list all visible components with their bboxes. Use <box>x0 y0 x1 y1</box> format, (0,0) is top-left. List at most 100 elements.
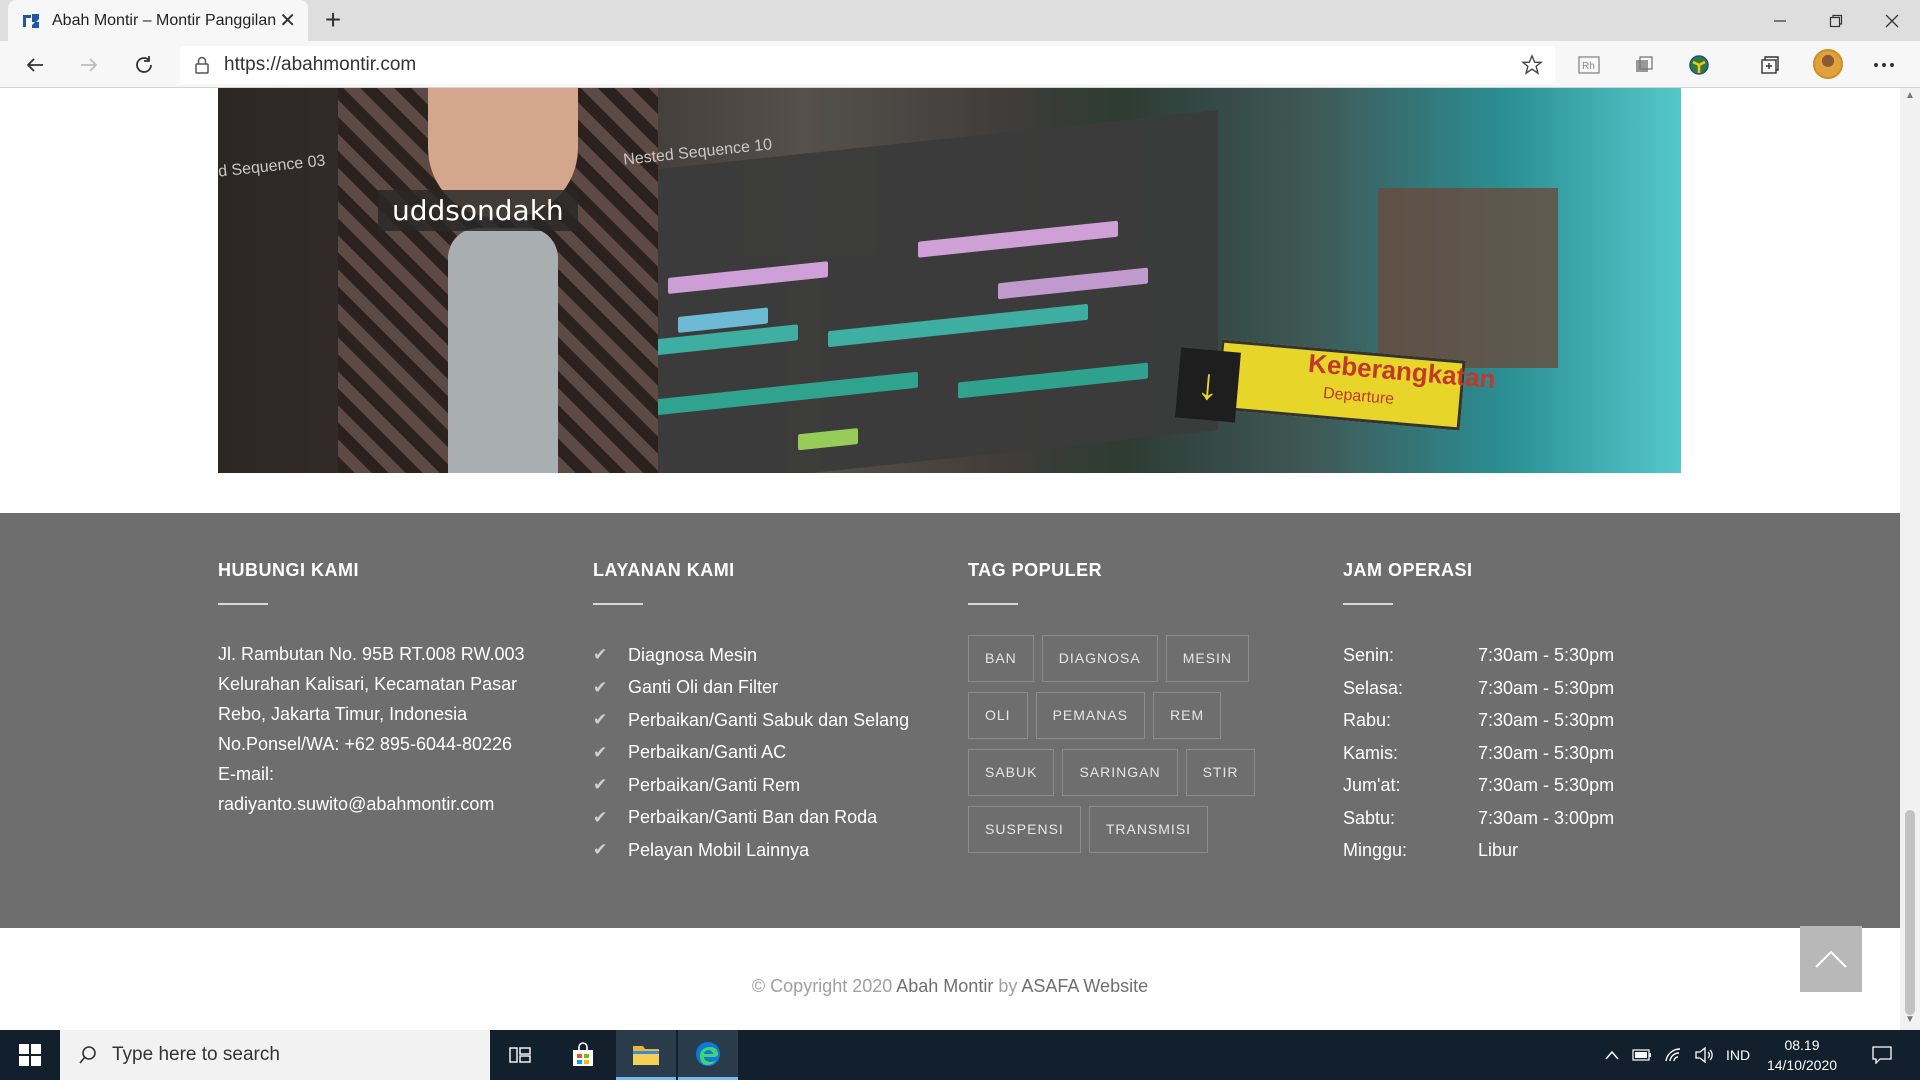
hero-sequence-label: d Sequence 03 <box>218 152 327 181</box>
service-label: Pelayan Mobil Lainnya <box>628 839 810 860</box>
start-button[interactable] <box>0 1030 60 1080</box>
hours-time: 7:30am - 5:30pm <box>1478 742 1615 763</box>
service-label: Perbaikan/Ganti Sabuk dan Selang <box>628 709 910 730</box>
page-viewport: uddsondakh d Sequence 03 Nested Sequence… <box>0 88 1900 1030</box>
check-icon: ✔ <box>593 645 608 665</box>
wifi-icon[interactable] <box>1660 1030 1688 1080</box>
new-tab-button[interactable]: + <box>316 3 350 37</box>
service-item[interactable]: ✔ Pelayan Mobil Lainnya <box>593 834 933 867</box>
task-view-icon[interactable] <box>490 1030 550 1080</box>
hours-time: 7:30am - 5:30pm <box>1478 710 1615 730</box>
minimize-icon[interactable] <box>1752 0 1808 41</box>
collections-icon[interactable] <box>1756 51 1784 79</box>
service-label: Ganti Oli dan Filter <box>628 677 779 698</box>
tag-transmisi[interactable]: TRANSMISI <box>1088 806 1209 853</box>
battery-icon[interactable] <box>1628 1030 1656 1080</box>
service-item[interactable]: ✔ Perbaikan/Ganti Rem <box>593 769 933 802</box>
lock-icon[interactable] <box>180 56 224 74</box>
site-favicon-icon <box>20 10 42 32</box>
check-icon: ✔ <box>593 807 608 827</box>
hero-name-card: uddsondakh <box>378 190 578 231</box>
search-placeholder: Type here to search <box>112 1044 280 1065</box>
taskbar-search-box[interactable]: Type here to search <box>60 1030 490 1080</box>
service-item[interactable]: ✔ Perbaikan/Ganti Ban dan Roda <box>593 802 933 835</box>
hours-day: Kamis: <box>1343 742 1399 763</box>
service-item[interactable]: ✔ Perbaikan/Ganti Sabuk dan Selang <box>593 704 933 737</box>
service-item[interactable]: ✔ Ganti Oli dan Filter <box>593 672 933 705</box>
hero-shirt-graphic <box>448 228 558 473</box>
taskbar-clock[interactable]: 08.19 14/10/2020 <box>1752 1035 1852 1075</box>
heading-divider <box>968 603 1018 605</box>
tag-oli[interactable]: OLI <box>968 692 1028 739</box>
hours-day: Jum'at: <box>1343 775 1401 795</box>
back-icon[interactable] <box>17 47 53 83</box>
heading-divider <box>593 603 643 605</box>
close-window-icon[interactable] <box>1864 0 1920 41</box>
restore-icon[interactable] <box>1808 0 1864 41</box>
site-footer: HUBUNGI KAMI Jl. Rambutan No. 95B RT.008… <box>0 513 1900 928</box>
contact-heading: HUBUNGI KAMI <box>218 560 359 580</box>
service-label: Perbaikan/Ganti Ban dan Roda <box>628 807 878 828</box>
hero-image: uddsondakh d Sequence 03 Nested Sequence… <box>218 88 1681 473</box>
tag-saringan[interactable]: SARINGAN <box>1062 749 1178 796</box>
extension-globe-icon[interactable] <box>1685 51 1713 79</box>
browser-tab[interactable]: Abah Montir – Montir Panggilan ✕ <box>8 0 308 41</box>
site-name-link[interactable]: Abah Montir <box>896 976 993 996</box>
show-hidden-icons-icon[interactable] <box>1600 1030 1624 1080</box>
edge-browser-icon[interactable] <box>678 1030 738 1080</box>
file-explorer-icon[interactable] <box>616 1030 676 1080</box>
contact-email-label: E-mail: <box>218 764 275 784</box>
hero-building-graphic <box>1378 188 1558 368</box>
clock-date: 14/10/2020 <box>1766 1057 1838 1073</box>
service-label: Perbaikan/Ganti Rem <box>628 774 801 795</box>
tag-suspensi[interactable]: SUSPENSI <box>968 806 1081 853</box>
refresh-icon[interactable] <box>126 47 162 83</box>
store-icon[interactable] <box>553 1030 613 1080</box>
check-icon: ✔ <box>593 775 608 795</box>
hours-table: Senin: 7:30am - 5:30pm Selasa: 7:30am - 5:… <box>1343 639 1663 867</box>
scrollbar-thumb[interactable] <box>1905 810 1915 1015</box>
tag-mesin[interactable]: MESIN <box>1165 635 1250 682</box>
more-icon[interactable] <box>1870 51 1898 79</box>
tag-rem[interactable]: REM <box>1153 692 1222 739</box>
tag-sabuk[interactable]: SABUK <box>968 749 1055 796</box>
copyright-bar: © Copyright 2020 Abah Montir by ASAFA We… <box>0 928 1900 1030</box>
service-item[interactable]: ✔ Perbaikan/Ganti AC <box>593 737 933 770</box>
check-icon: ✔ <box>593 677 608 697</box>
hours-day: Minggu: <box>1343 840 1408 860</box>
scroll-to-top-button[interactable] <box>1800 926 1862 992</box>
check-icon: ✔ <box>593 710 608 730</box>
tag-stir[interactable]: STIR <box>1185 749 1256 796</box>
scroll-up-arrow-icon[interactable]: ▲ <box>1904 90 1916 101</box>
notification-icon[interactable] <box>1864 1030 1900 1080</box>
contact-email-link[interactable]: radiyanto.suwito@abahmontir.com <box>218 789 558 819</box>
contact-line: Jl. Rambutan No. 95B RT.008 RW.003 <box>218 644 525 664</box>
browser-tab-strip: Abah Montir – Montir Panggilan ✕ + <box>0 0 1920 41</box>
scroll-down-arrow-icon[interactable]: ▼ <box>1904 1014 1916 1025</box>
tag-pemanas[interactable]: PEMANAS <box>1035 692 1146 739</box>
page-scrollbar[interactable]: ▲ ▼ <box>1900 88 1920 1030</box>
tab-title: Abah Montir – Montir Panggilan <box>52 11 277 29</box>
chevron-up-icon <box>1815 950 1847 968</box>
contact-line: Rebo, Jakarta Timur, Indonesia <box>218 704 468 724</box>
clock-time: 08.19 <box>1784 1037 1820 1053</box>
hours-time: 7:30am - 5:30pm <box>1478 677 1615 698</box>
extension-icon[interactable] <box>1630 51 1658 79</box>
address-bar[interactable]: https://abahmontir.com <box>180 46 1555 84</box>
hours-time: 7:30am - 3:00pm <box>1478 807 1615 828</box>
volume-icon[interactable] <box>1690 1030 1718 1080</box>
profile-avatar[interactable] <box>1813 49 1843 79</box>
down-arrow-icon: ↓ <box>1175 347 1241 423</box>
service-item[interactable]: ✔ Diagnosa Mesin <box>593 639 933 672</box>
favorite-star-icon[interactable] <box>1520 54 1544 81</box>
forward-icon[interactable] <box>71 47 107 83</box>
tag-ban[interactable]: BAN <box>968 635 1034 682</box>
reader-icon[interactable]: Rh <box>1575 51 1603 79</box>
input-language-indicator[interactable]: IND <box>1720 1030 1756 1080</box>
hours-day: Sabtu: <box>1343 807 1396 828</box>
tab-close-icon[interactable]: ✕ <box>279 8 296 33</box>
hours-day: Senin: <box>1343 645 1395 665</box>
url-text[interactable]: https://abahmontir.com <box>224 54 416 76</box>
tag-diagnosa[interactable]: DIAGNOSA <box>1041 635 1158 682</box>
author-link[interactable]: ASAFA Website <box>1021 976 1148 996</box>
